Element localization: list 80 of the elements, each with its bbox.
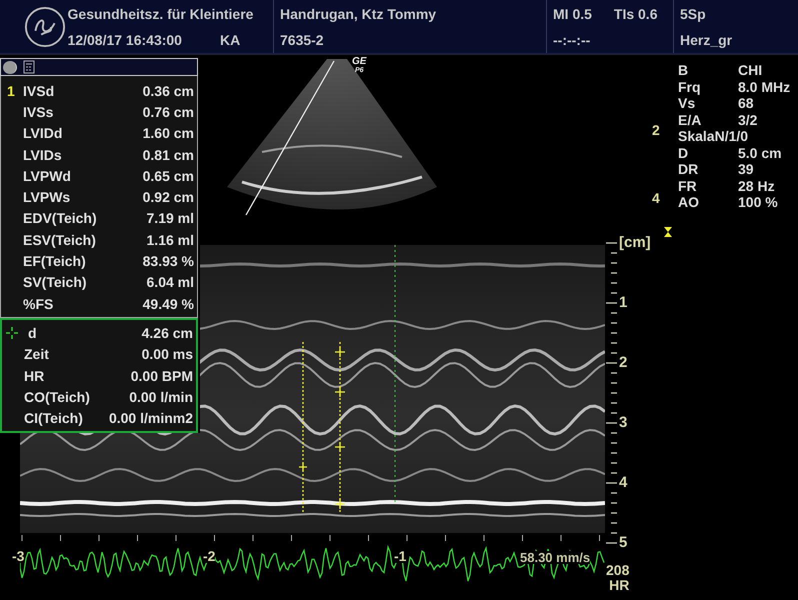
depth-unit: [cm] [619, 235, 651, 250]
measurement-label: %FS [23, 296, 54, 312]
heart-rate-unit: HR [609, 578, 630, 594]
time-label: -3 [12, 549, 24, 563]
logo-text: GE [352, 57, 366, 67]
measurement-marker: 1 [6, 82, 16, 99]
parameter-name: AO [678, 194, 700, 210]
measurement-value: 1.16 ml [146, 232, 194, 248]
measurement-value: 83.93 % [142, 253, 194, 270]
parameter-name: Vs [678, 95, 696, 112]
parameter-value: 68 [738, 95, 754, 112]
preset-name: Herz_gr [680, 32, 732, 48]
depth-label: 4 [619, 475, 628, 490]
parameter-value: 8.0 MHz [738, 78, 790, 95]
measurement-value: 0.92 cm [142, 189, 194, 206]
parameter-value: 28 Hz [738, 178, 775, 194]
measurement-label: IVSs [23, 104, 54, 120]
calculator-icon[interactable] [23, 60, 37, 74]
parameter-name: Frq [678, 78, 702, 95]
measurement-label: EF(Teich) [23, 253, 87, 270]
measurement-label: HR [24, 368, 46, 384]
measurement-label: IVSd [23, 82, 56, 99]
measurement-label: LVIDs [23, 146, 63, 163]
measurement-value: 49.49 % [142, 296, 194, 312]
measurement-value: 7.19 ml [146, 210, 194, 226]
parameter-name: SkalaN/1/0 [678, 128, 748, 144]
parameter-name: D [678, 144, 690, 161]
circle-icon[interactable] [3, 60, 17, 74]
exam-datetime: 12/08/17 16:43:00 [68, 32, 182, 48]
measurement-value: 1.60 cm [142, 125, 194, 142]
parameter-value: 100 % [738, 194, 778, 210]
measurement-value: 0.81 cm [142, 146, 194, 163]
measurement-label: d [28, 324, 38, 341]
measurement-value: 0.00 BPM [130, 368, 193, 384]
probe-name: 5Sp [680, 6, 707, 22]
time-label: -2 [203, 549, 216, 563]
measurement-label: Zeit [24, 346, 50, 362]
measurement-value: 4.26 cm [142, 324, 193, 341]
mechanical-index: MI 0.5 [553, 6, 592, 22]
measurement-value: 0.65 cm [142, 168, 194, 184]
parameter-value: 3/2 [738, 112, 758, 128]
measurement-label: LVPWd [23, 168, 72, 184]
depth-label: 2 [619, 355, 628, 370]
patient-id: 7635-2 [280, 32, 325, 48]
time-label: -1 [394, 549, 406, 563]
clinic-name: Gesundheitsz. für Kleintiere [68, 6, 254, 22]
depth-label: 4 [652, 191, 660, 205]
parameter-value: 39 [738, 161, 754, 178]
patient-name: Handrugan, Ktz Tommy [280, 6, 438, 22]
measurement-value: 6.04 ml [146, 274, 194, 290]
focus-marker-icon [664, 227, 672, 237]
measurement-label: SV(Teich) [23, 274, 88, 290]
parameter-value: 5.0 cm [738, 144, 782, 161]
measurement-value: 0.36 cm [142, 82, 194, 99]
parameter-name: E/A [678, 112, 702, 128]
depth-label: 1 [619, 295, 628, 310]
heart-rate-value: 208 [606, 563, 630, 578]
parameter-name: FR [678, 178, 698, 194]
measurement-label: CI(Teich) [24, 410, 84, 426]
sweep-speed: 58.30 mm/s [520, 551, 590, 564]
measurement-label: LVIDd [23, 125, 64, 142]
measurement-value: 0.00 l/minm2 [108, 410, 193, 426]
depth-label: 2 [652, 123, 660, 137]
measurement-label: LVPWs [23, 189, 72, 206]
timer: --:--:-- [553, 32, 592, 48]
measurement-label: CO(Teich) [24, 388, 91, 405]
measurement-value: 0.76 cm [142, 104, 194, 120]
parameter-name: B [678, 62, 690, 78]
parameter-value: CHI [738, 62, 762, 78]
depth-label: 5 [619, 535, 628, 550]
measurement-value: 0.00 l/min [129, 388, 193, 405]
measurement-label: ESV(Teich) [23, 232, 97, 248]
crosshair-icon [6, 326, 18, 339]
operator-initials: KA [220, 32, 240, 48]
measurement-value: 0.00 ms [142, 346, 193, 362]
depth-label: 3 [619, 415, 628, 430]
logo-icon [24, 6, 66, 48]
parameter-name: DR [678, 161, 700, 178]
measurement-label: EDV(Teich) [23, 210, 98, 226]
thermal-index: TIs 0.6 [614, 6, 658, 22]
